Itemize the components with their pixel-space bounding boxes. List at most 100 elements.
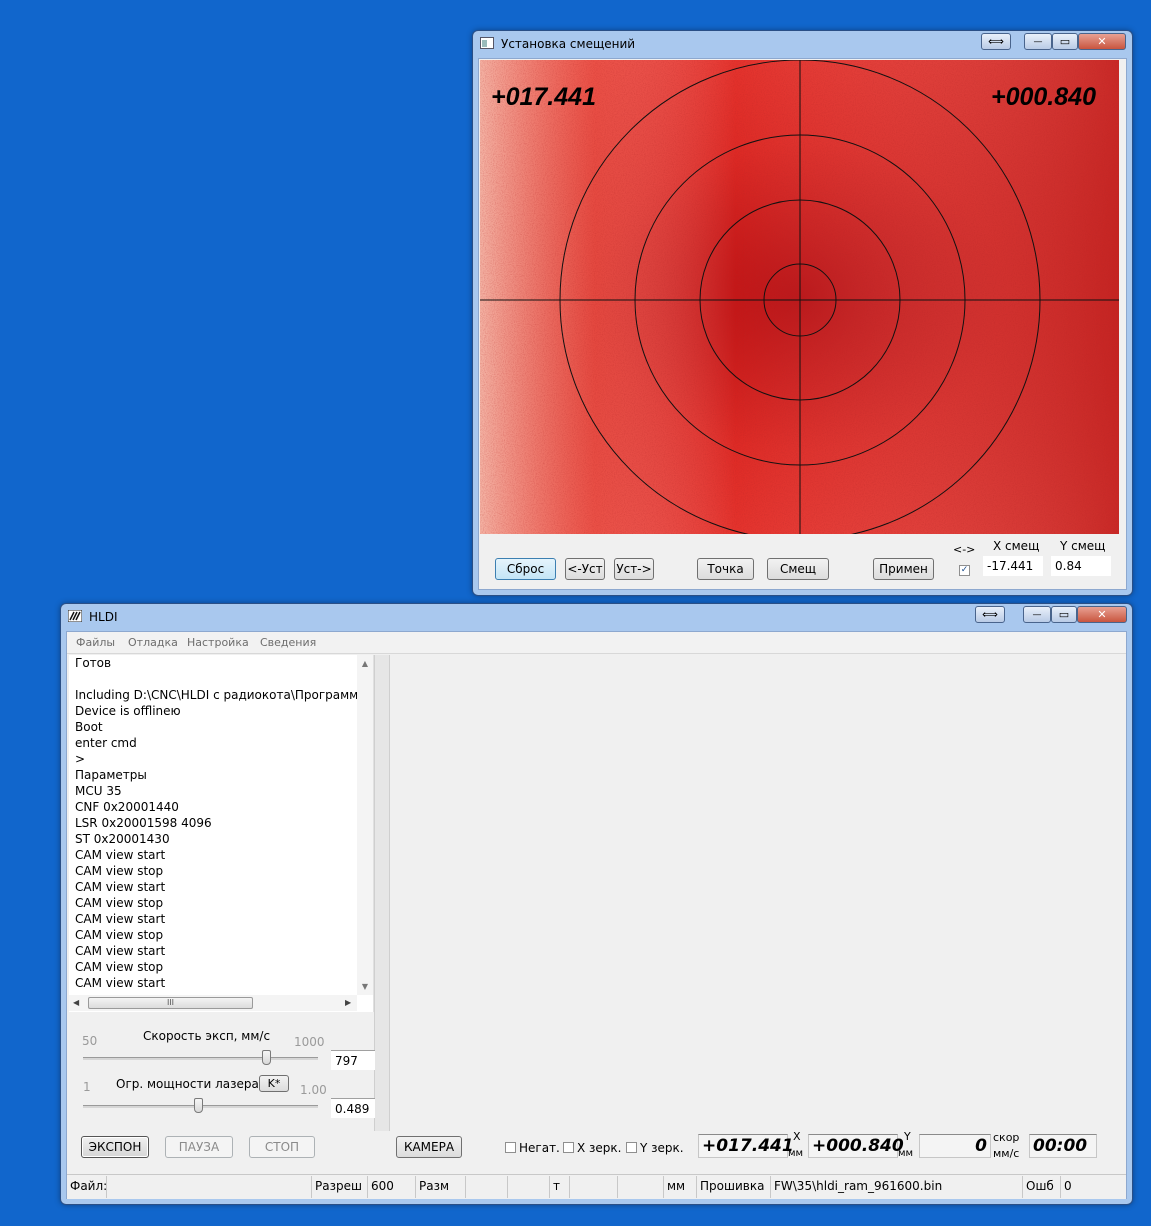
apply-button[interactable]: Примен [873, 558, 934, 580]
minimize-button[interactable]: — [1024, 33, 1052, 50]
log-line: enter cmd [75, 736, 137, 750]
coord-x-display: +017.441 [698, 1134, 794, 1158]
menu-files[interactable]: Файлы [76, 636, 115, 649]
maximize-button[interactable]: ▭ [1051, 606, 1077, 623]
k-star-button[interactable]: K* [259, 1075, 289, 1092]
log-line: CAM view start [75, 944, 166, 958]
offset-button[interactable]: Смещ [767, 558, 829, 580]
negative-checkbox[interactable] [505, 1142, 516, 1153]
maximize-button[interactable]: ▭ [1052, 33, 1078, 50]
scroll-left-icon[interactable]: ◀ [73, 998, 79, 1007]
log-line: Including D:\CNC\HLDI с радиокота\Програ… [75, 688, 358, 702]
camera-view[interactable] [480, 60, 1119, 534]
negative-label: Негат. [519, 1141, 560, 1155]
status-t-label: т [550, 1176, 570, 1198]
y-offset-label: Y смещ [1060, 539, 1106, 553]
power-slider[interactable] [83, 1096, 318, 1116]
offset-window-titlebar[interactable]: Установка смещений ⟺ — ▭ ✕ [473, 31, 1132, 57]
app-icon [68, 610, 82, 622]
power-min-label: 1 [83, 1080, 91, 1094]
x-offset-field[interactable]: -17.441 [983, 556, 1043, 576]
coord-y-display: +000.840 [808, 1134, 904, 1158]
x-mirror-checkbox[interactable] [563, 1142, 574, 1153]
camera-button[interactable]: КАМЕРА [396, 1136, 462, 1158]
status-size-label: Разм [416, 1176, 466, 1198]
hscroll-thumb[interactable]: III [88, 997, 253, 1009]
set-right-button[interactable]: Уст-> [614, 558, 654, 580]
speed-slider-thumb[interactable] [262, 1050, 271, 1065]
log-line: CAM view stop [75, 896, 164, 910]
log-line: CAM view stop [75, 928, 164, 942]
status-fw-value: FW\35\hldi_ram_961600.bin [771, 1176, 1023, 1198]
status-file-label: Файл: [67, 1176, 107, 1198]
power-value-field[interactable]: 0.489 [331, 1098, 375, 1118]
log-line: CAM view start [75, 880, 166, 894]
log-output[interactable]: Готов Including D:\CNC\HLDI с радиокота\… [69, 655, 358, 995]
speed-display-unit: мм/с [993, 1147, 1020, 1160]
overlay-y-readout: +000.840 [991, 83, 1096, 111]
status-size-value-1 [466, 1176, 508, 1198]
offset-window: Установка смещений ⟺ — ▭ ✕ +017.441 +000… [472, 30, 1133, 596]
close-button[interactable]: ✕ [1078, 33, 1126, 50]
hldi-window-titlebar[interactable]: HLDI ⟺ — ▭ ✕ [61, 604, 1132, 630]
log-line: CAM view stop [75, 864, 164, 878]
status-file-value [107, 1176, 312, 1198]
log-vscrollbar[interactable]: ▲ ▼ [357, 655, 373, 995]
swap-icon[interactable]: ⟺ [975, 606, 1005, 623]
overlay-x-readout: +017.441 [491, 83, 596, 111]
menu-info[interactable]: Сведения [260, 636, 316, 649]
swap-icon[interactable]: ⟺ [981, 33, 1011, 50]
status-size-value-2 [508, 1176, 550, 1198]
set-left-button[interactable]: <-Уст [565, 558, 605, 580]
stop-button[interactable]: СТОП [249, 1136, 315, 1158]
offset-window-title: Установка смещений [501, 37, 636, 51]
y-offset-field[interactable]: 0.84 [1051, 556, 1111, 576]
x-offset-label: X смещ [993, 539, 1040, 553]
expose-button[interactable]: ЭКСПОН [81, 1136, 149, 1158]
y-mirror-checkbox[interactable] [626, 1142, 637, 1153]
speed-display-label: скор [993, 1131, 1020, 1144]
power-max-label: 1.00 [300, 1083, 327, 1097]
log-line: CAM view start [75, 848, 166, 862]
pause-button[interactable]: ПАУЗА [165, 1136, 233, 1158]
swap-checkbox[interactable]: ✓ [959, 565, 970, 576]
swap-label: <-> [953, 543, 976, 556]
log-hscrollbar[interactable]: ◀ III ▶ [69, 995, 357, 1011]
coord-y-axis-label: Y [904, 1130, 911, 1143]
speed-slider[interactable] [83, 1048, 318, 1068]
panel-splitter[interactable] [374, 655, 390, 1131]
status-err-value: 0 [1064, 1179, 1072, 1193]
status-bar: Файл: Разреш 600 Разм т мм Прошивка FW\3… [67, 1174, 1126, 1199]
point-button[interactable]: Точка [697, 558, 754, 580]
scroll-up-icon[interactable]: ▲ [357, 659, 373, 668]
log-line: Параметры [75, 768, 147, 782]
speed-label: Скорость эксп, мм/с [143, 1029, 271, 1043]
time-display: 00:00 [1029, 1134, 1097, 1158]
status-t-value-2 [618, 1176, 664, 1198]
log-line: Boot [75, 720, 103, 734]
speed-min-label: 50 [82, 1034, 98, 1048]
speed-max-label: 1000 [294, 1035, 325, 1049]
power-slider-thumb[interactable] [194, 1098, 203, 1113]
speed-value-field[interactable]: 797 [331, 1050, 375, 1070]
coord-x-axis-label: X [793, 1130, 801, 1143]
menu-debug[interactable]: Отладка [128, 636, 178, 649]
hldi-window-title: HLDI [89, 610, 118, 624]
y-mirror-label: Y зерк. [640, 1141, 684, 1155]
menu-settings[interactable]: Настройка [187, 636, 249, 649]
log-line: LSR 0x20001598 4096 [75, 816, 212, 830]
log-line: CNF 0x20001440 [75, 800, 179, 814]
reset-button[interactable]: Сброс [495, 558, 556, 580]
scroll-down-icon[interactable]: ▼ [357, 982, 373, 991]
log-panel: Готов Including D:\CNC\HLDI с радиокота\… [69, 655, 374, 1012]
log-line: CAM view start [75, 912, 166, 926]
close-button[interactable]: ✕ [1077, 606, 1127, 623]
minimize-button[interactable]: — [1023, 606, 1051, 623]
status-t-value-1 [570, 1176, 618, 1198]
log-line: CAM view stop [75, 960, 164, 974]
log-line: Готов [75, 656, 112, 670]
status-res-label: Разреш [312, 1176, 368, 1198]
scroll-right-icon[interactable]: ▶ [345, 998, 351, 1007]
offset-window-client: +017.441 +000.840 Сброс <-Уст Уст-> Точк… [478, 58, 1127, 590]
log-line: ST 0x20001430 [75, 832, 170, 846]
